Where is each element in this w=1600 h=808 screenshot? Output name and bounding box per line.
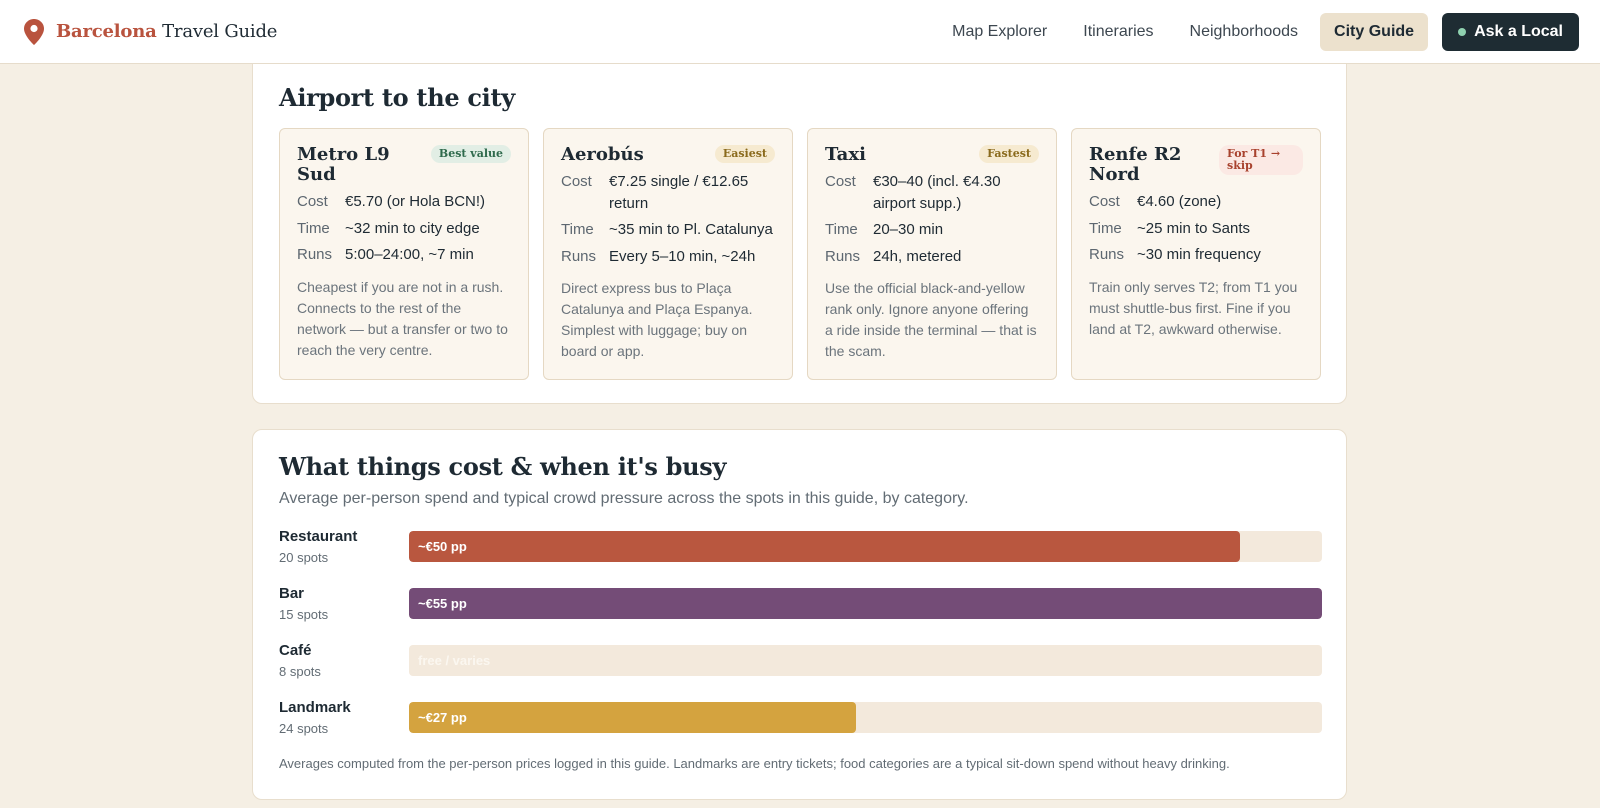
bar-track: ~€50 pp bbox=[409, 531, 1322, 562]
cost-value: €7.25 single / €12.65 return bbox=[609, 173, 749, 212]
transport-card-aerobus: Aerobús Easiest Cost €7.25 single / €12.6… bbox=[543, 128, 793, 380]
time-key: Time bbox=[825, 221, 858, 238]
nav-city-guide[interactable]: City Guide bbox=[1320, 12, 1429, 51]
bar-category: Café bbox=[279, 642, 312, 659]
runs-key: Runs bbox=[1089, 246, 1125, 263]
transport-name: Metro L9 Sud bbox=[297, 144, 390, 185]
airport-to-city-section: Airport to the city Metro L9 Sud Best va… bbox=[252, 40, 1347, 404]
bar-fill bbox=[409, 531, 1240, 562]
brand-suffix: Travel Guide bbox=[162, 21, 278, 42]
bar-value-label: free / varies bbox=[418, 653, 491, 668]
main-nav: Map Explorer Itineraries Neighborhoods C… bbox=[938, 12, 1579, 51]
bar-value-label: ~€27 pp bbox=[418, 710, 467, 725]
bar-fill bbox=[409, 702, 857, 733]
bar-fill bbox=[409, 588, 1322, 619]
bar-count: 8 spots bbox=[279, 664, 321, 679]
transport-card-renfe: Renfe R2 Nord For T1 → skip Cost €4.60 (z… bbox=[1071, 128, 1321, 380]
runs-value: 24h, metered bbox=[873, 247, 962, 265]
bar-value-label: ~€50 pp bbox=[418, 539, 467, 554]
bar-count: 20 spots bbox=[279, 550, 329, 565]
section-title: What things cost & when it's busy bbox=[279, 452, 727, 481]
spend-bar-chart: Restaurant 20 spots ~€50 pp Bar 15 spots… bbox=[279, 528, 1322, 756]
transport-badge: Fastest bbox=[979, 145, 1039, 163]
cost-key: Cost bbox=[1089, 193, 1120, 210]
nav-map-explorer[interactable]: Map Explorer bbox=[938, 13, 1061, 51]
bar-row-landmark: Landmark 24 spots ~€27 pp bbox=[279, 699, 1322, 756]
transport-name: Taxi bbox=[825, 144, 866, 165]
ask-a-local-label: Ask a Local bbox=[1474, 22, 1563, 40]
transport-name: Aerobús bbox=[561, 144, 644, 165]
footnote: Averages computed from the per-person pr… bbox=[279, 756, 1230, 771]
nav-neighborhoods[interactable]: Neighborhoods bbox=[1176, 13, 1313, 51]
runs-value: Every 5–10 min, ~24h bbox=[609, 247, 756, 265]
bar-row-restaurant: Restaurant 20 spots ~€50 pp bbox=[279, 528, 1322, 585]
cost-key: Cost bbox=[561, 173, 592, 190]
nav-itineraries[interactable]: Itineraries bbox=[1069, 13, 1167, 51]
time-key: Time bbox=[297, 219, 330, 237]
cost-value: €5.70 (or Hola BCN!) bbox=[345, 193, 486, 210]
bar-category: Bar bbox=[279, 585, 305, 602]
cost-and-busy-section: What things cost & when it's busy Averag… bbox=[252, 429, 1347, 800]
bar-count: 15 spots bbox=[279, 607, 329, 622]
section-subtitle: Average per-person spend and typical cro… bbox=[279, 490, 969, 507]
brand-city: Barcelona bbox=[56, 21, 157, 42]
time-value: ~35 min to Pl. Catalunya bbox=[609, 221, 773, 238]
transport-description: Use the official black-and-yellow rank o… bbox=[825, 280, 1037, 359]
brand-title: Barcelona Travel Guide bbox=[56, 21, 277, 42]
map-pin-icon bbox=[24, 18, 44, 45]
cost-value: €30–40 (incl. €4.30 airport supp.) bbox=[873, 173, 1001, 212]
section-title: Airport to the city bbox=[279, 83, 515, 112]
runs-value: 5:00–24:00, ~7 min bbox=[345, 246, 474, 263]
bar-category: Restaurant bbox=[279, 528, 358, 545]
time-value: 20–30 min bbox=[873, 221, 944, 238]
runs-key: Runs bbox=[297, 246, 333, 263]
time-value: ~25 min to Sants bbox=[1137, 219, 1250, 237]
bar-category: Landmark bbox=[279, 699, 351, 716]
bar-track: free / varies bbox=[409, 645, 1322, 676]
transport-card-metro: Metro L9 Sud Best value Cost €5.70 (or Ho… bbox=[279, 128, 529, 380]
time-value: ~32 min to city edge bbox=[345, 219, 480, 237]
brand[interactable]: Barcelona Travel Guide bbox=[24, 18, 277, 45]
cost-key: Cost bbox=[297, 193, 328, 210]
transport-options: Metro L9 Sud Best value Cost €5.70 (or Ho… bbox=[279, 128, 1321, 380]
transport-description: Direct express bus to Plaça Catalunya an… bbox=[561, 280, 753, 359]
transport-badge: For T1 → skip bbox=[1219, 145, 1303, 175]
cost-key: Cost bbox=[825, 173, 856, 190]
cost-value: €4.60 (zone) bbox=[1137, 193, 1222, 210]
online-status-dot-icon bbox=[1458, 27, 1467, 36]
time-key: Time bbox=[1089, 219, 1122, 237]
bar-count: 24 spots bbox=[279, 721, 329, 736]
transport-description: Cheapest if you are not in a rush. Conne… bbox=[297, 278, 508, 358]
transport-badge: Easiest bbox=[714, 145, 775, 163]
bar-value-label: ~€55 pp bbox=[418, 596, 467, 611]
transport-description: Train only serves T2; from T1 you must s… bbox=[1089, 278, 1298, 337]
bar-track: ~€55 pp bbox=[409, 588, 1322, 619]
time-key: Time bbox=[561, 221, 594, 238]
transport-name: Renfe R2 Nord bbox=[1089, 144, 1182, 185]
runs-value: ~30 min frequency bbox=[1137, 246, 1261, 263]
transport-badge: Best value bbox=[430, 145, 511, 163]
bar-track: ~€27 pp bbox=[409, 702, 1322, 733]
ask-a-local-button[interactable]: Ask a Local bbox=[1442, 12, 1579, 51]
runs-key: Runs bbox=[825, 247, 861, 265]
transport-card-taxi: Taxi Fastest Cost €30–40 (incl. €4.30 air… bbox=[807, 128, 1057, 380]
bar-row-cafe: Café 8 spots free / varies bbox=[279, 642, 1322, 699]
runs-key: Runs bbox=[561, 247, 597, 265]
bar-row-bar: Bar 15 spots ~€55 pp bbox=[279, 585, 1322, 642]
top-navigation-bar: Barcelona Travel Guide Map Explorer Itin… bbox=[0, 0, 1600, 64]
